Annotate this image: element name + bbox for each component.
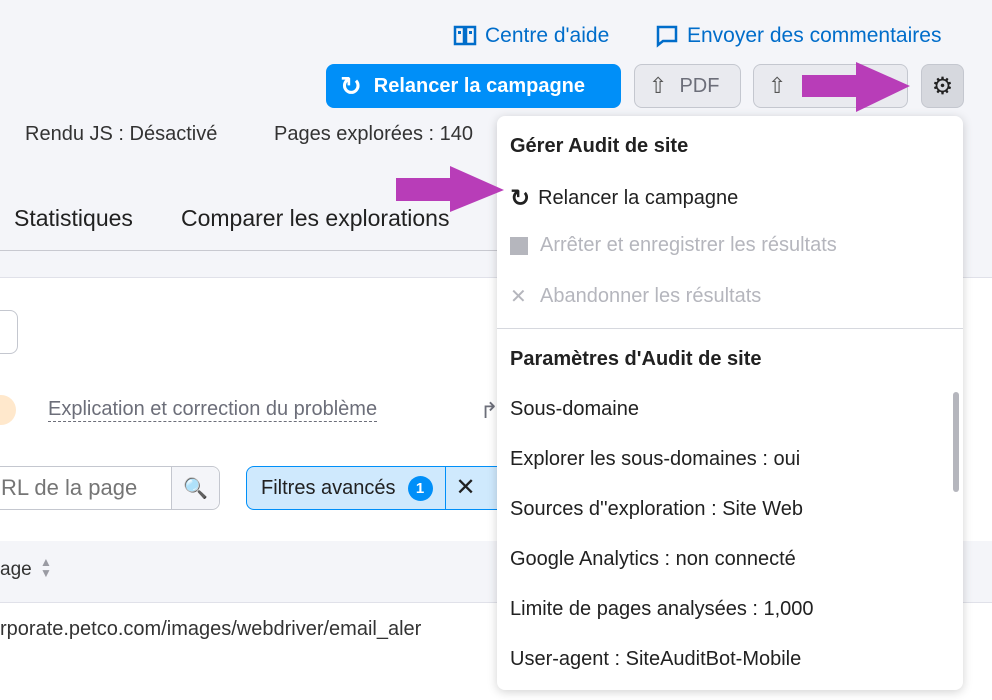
pages-crawled: Pages explorées : 140	[274, 123, 474, 145]
menu-item-stop-save[interactable]: Arrêter et enregistrer les résultats	[510, 234, 837, 257]
help-link[interactable]: Centre d'aide	[453, 24, 609, 48]
upload-icon: ⇧	[649, 73, 668, 98]
settings-button[interactable]: ⚙	[921, 64, 964, 108]
menu-item-label: Relancer la campagne	[538, 187, 739, 209]
menu-item-label: Arrêter et enregistrer les résultats	[540, 234, 837, 256]
menu-item-crawl-subdomains[interactable]: Explorer les sous-domaines : oui	[510, 448, 800, 471]
issue-badge	[0, 395, 16, 425]
js-render-status: Rendu JS : Désactivé	[25, 123, 218, 145]
manage-section-header: Gérer Audit de site	[510, 135, 689, 157]
menu-item-page-limit[interactable]: Limite de pages analysées : 1,000	[510, 598, 814, 621]
share-icon[interactable]: ↱	[480, 398, 498, 424]
refresh-icon: ↻	[340, 70, 362, 101]
table-row-url[interactable]: rporate.petco.com/images/webdriver/email…	[0, 618, 421, 641]
filter-count-badge: 1	[407, 475, 433, 501]
column-header-page[interactable]: age	[0, 559, 32, 581]
gear-icon: ⚙	[931, 72, 954, 100]
pdf-label: PDF	[679, 74, 720, 97]
menu-item-rerun[interactable]: ↻ Relancer la campagne	[510, 184, 738, 213]
menu-divider	[497, 328, 963, 329]
value-field[interactable]: 0	[0, 310, 18, 354]
annotation-arrow-icon	[802, 62, 910, 112]
export-pdf-button[interactable]: ⇧ PDF	[634, 64, 741, 108]
annotation-arrow-icon	[396, 166, 504, 212]
feedback-link-label: Envoyer des commentaires	[687, 24, 942, 47]
url-search-input[interactable]	[0, 467, 171, 509]
tab-statistics[interactable]: Statistiques	[14, 205, 133, 232]
advanced-filters-label: Filtres avancés	[261, 476, 396, 499]
search-icon: 🔍	[183, 477, 208, 500]
menu-item-crawl-sources[interactable]: Sources d''exploration : Site Web	[510, 498, 803, 521]
settings-dropdown-menu: Gérer Audit de site ↻ Relancer la campagn…	[497, 116, 963, 690]
rerun-label: Relancer la campagne	[373, 74, 586, 97]
close-icon: ✕	[510, 286, 527, 308]
tabs-divider	[0, 250, 500, 251]
stop-icon	[510, 236, 528, 255]
clear-filters-icon[interactable]: ✕	[444, 467, 476, 509]
advanced-filters-button[interactable]: Filtres avancés 1 ✕	[246, 466, 506, 510]
comment-icon	[656, 25, 678, 48]
url-search: 🔍	[0, 466, 220, 510]
menu-item-discard[interactable]: ✕ Abandonner les résultats	[510, 284, 761, 309]
refresh-icon: ↻	[510, 185, 531, 212]
book-icon	[453, 25, 477, 46]
settings-section-header: Paramètres d'Audit de site	[510, 348, 762, 370]
menu-item-user-agent[interactable]: User-agent : SiteAuditBot-Mobile	[510, 648, 801, 671]
search-button[interactable]: 🔍	[171, 467, 219, 509]
menu-item-google-analytics[interactable]: Google Analytics : non connecté	[510, 548, 796, 571]
sort-icon[interactable]: ▲ ▼	[40, 556, 52, 579]
menu-scrollbar[interactable]	[953, 392, 959, 492]
menu-item-label: Abandonner les résultats	[540, 285, 762, 307]
explain-fix-link[interactable]: Explication et correction du problème	[48, 398, 378, 422]
help-link-label: Centre d'aide	[485, 24, 610, 47]
rerun-campaign-button[interactable]: ↻ Relancer la campagne	[326, 64, 621, 108]
menu-item-subdomain[interactable]: Sous-domaine	[510, 398, 639, 421]
upload-icon: ⇧	[768, 73, 787, 98]
feedback-link[interactable]: Envoyer des commentaires	[655, 24, 941, 48]
